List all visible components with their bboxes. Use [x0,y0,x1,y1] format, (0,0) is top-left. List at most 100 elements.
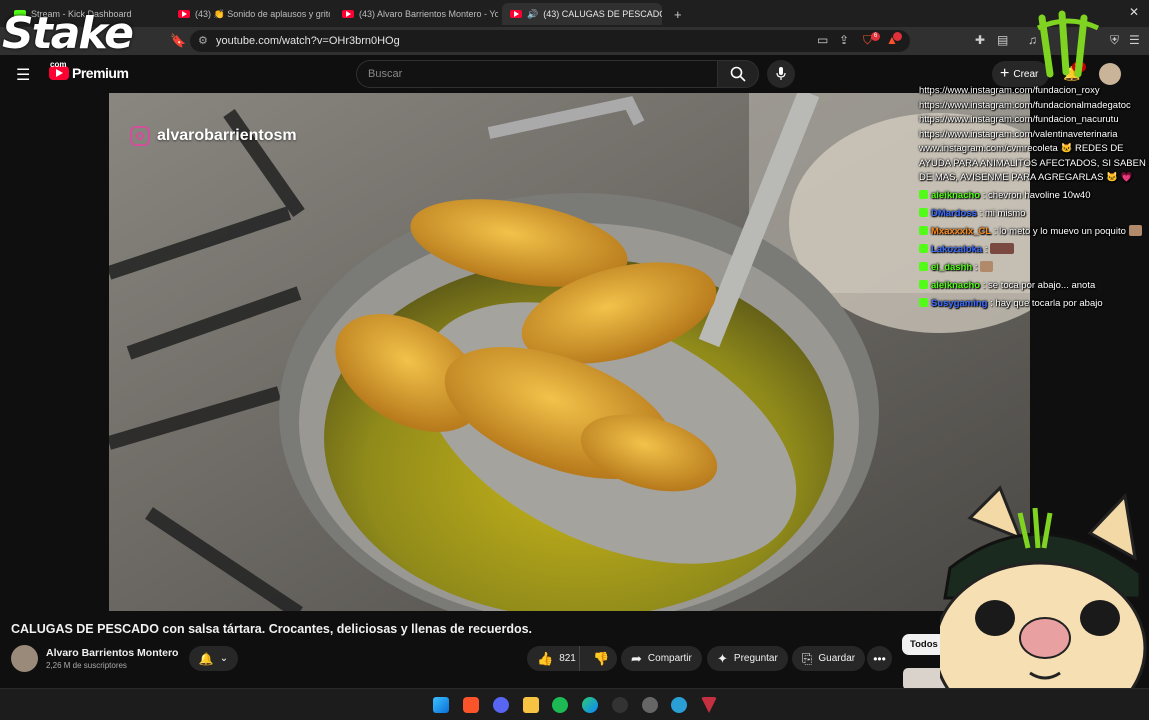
search-input[interactable]: Buscar [356,60,718,88]
chat-text: hay que tocarla por abajo [995,298,1103,309]
chat-username: Susygaming [931,298,988,309]
window-close-icon[interactable]: ✕ [1129,5,1139,19]
windows-start-icon[interactable] [433,697,449,713]
spotify-icon[interactable] [552,697,568,713]
tab-title: (43) CALUGAS DE PESCADO c [543,9,662,19]
discord-icon[interactable] [493,697,509,713]
url-bar[interactable]: ⚙ youtube.com/watch?v=OHr3brn0HOg [190,30,910,52]
url-text: youtube.com/watch?v=OHr3brn0HOg [216,35,400,47]
bell-icon: 🔔 [198,651,214,666]
file-explorer-icon[interactable] [523,697,539,713]
like-button[interactable]: 👍 821 [527,646,580,671]
chat-message: el_dashh : [919,261,1149,276]
stake-logo-sub: com [50,60,67,69]
tab-title: (43) 👏 Sonido de aplausos y gritos d [195,8,330,19]
tab-aplausos[interactable]: (43) 👏 Sonido de aplausos y gritos d [170,3,330,25]
chat-text: chevron havoline 10w40 [988,190,1091,201]
windows-taskbar [0,688,1149,720]
kick-badge-icon [919,244,928,253]
chat-username: Mxaxxxix_CL [931,226,992,237]
kick-badge-icon [919,226,928,235]
dislike-button[interactable]: 👎 [586,646,617,671]
chat-message: Mxaxxxix_CL : lo meto y lo muevo un poqu… [919,225,1149,240]
browser-tab-bar: Stream - Kick Dashboard (43) 👏 Sonido de… [0,0,1149,27]
save-button[interactable]: ⎘ Guardar [792,646,866,671]
thumbs-up-icon: 👍 [537,650,554,666]
youtube-favicon-icon [510,10,522,18]
cat-mascot-icon [940,485,1147,720]
voice-search-button[interactable] [767,60,795,88]
ask-button[interactable]: ✦ Preguntar [707,646,788,671]
kick-badge-icon [919,262,928,271]
share-button[interactable]: ➦ Compartir [621,646,702,671]
tab-alvaro-channel[interactable]: (43) Alvaro Barrientos Montero - You [334,3,498,25]
kick-badge-icon [919,208,928,217]
site-settings-icon[interactable]: ⚙ [198,34,208,47]
chat-message: https://www.instagram.com/valentinaveter… [919,128,1149,143]
chat-message: https://www.instagram.com/fundacion_roxy [919,84,1149,99]
edge-icon[interactable] [582,697,598,713]
watermark-text: alvarobarrientosm [157,127,297,144]
stake-logo: Stake com [2,8,134,69]
subscribed-button[interactable]: 🔔 ⌄ [189,646,238,671]
video-player[interactable]: alvarobarrientosm [109,93,1030,611]
chat-message: www.instagram.com/cvmrecoleta 🐱 REDES DE… [919,142,1149,186]
extensions-icon[interactable]: ✚ [975,33,985,47]
chat-emote-icon [980,261,994,272]
hamburger-menu-icon[interactable]: ☰ [16,65,30,85]
share-label: Compartir [647,653,692,664]
chat-text: https://www.instagram.com/fundacion_nacu… [919,114,1119,125]
chat-username: Lakozaloka [931,244,983,255]
search-icon [730,66,746,82]
new-tab-button[interactable]: + [666,3,688,25]
subscriber-count: 2,26 M de suscriptores [46,661,127,670]
stream-chat-overlay: https://www.instagram.com/fundacion_roxy… [919,84,1149,315]
bookmark-save-icon: ⎘ [802,650,813,666]
ask-label: Preguntar [733,653,778,664]
channel-name[interactable]: Alvaro Barrientos Montero [46,647,178,659]
search-button[interactable] [717,60,759,88]
chat-username: aleiknacho [931,280,981,291]
chat-message: Lakozaloka : [919,243,1149,258]
youtube-favicon-icon [178,10,190,18]
chat-username: aleiknacho [931,190,981,201]
rewards-badge [893,32,902,41]
audio-playing-icon: 🔊 [527,8,539,19]
chat-username: el_dashh [931,262,973,273]
chat-text: se toca por abajo... anota [988,280,1096,291]
like-count: 821 [559,653,576,664]
sidebar-icon[interactable]: ▤ [997,33,1008,47]
kick-badge-icon [919,298,928,307]
chat-message: aleiknacho : se toca por abajo... anota [919,279,1149,294]
obs-icon[interactable] [612,697,628,713]
chat-text: www.instagram.com/cvmrecoleta 🐱 REDES DE… [919,143,1146,183]
chevron-down-icon: ⌄ [219,653,229,664]
tab-calugas-active[interactable]: 🔊 (43) CALUGAS DE PESCADO c ✕ [502,3,662,25]
bookmark-icon[interactable]: 🔖 [170,33,186,49]
channel-avatar[interactable] [11,645,38,672]
instagram-icon [130,126,150,146]
more-actions-button[interactable]: ••• [867,646,892,671]
app-icon[interactable] [642,697,658,713]
video-title: CALUGAS DE PESCADO con salsa tártara. Cr… [11,622,533,636]
chat-message: aleiknacho : chevron havoline 10w40 [919,189,1149,204]
chat-message: https://www.instagram.com/fundacionalmad… [919,99,1149,114]
app-icon-red[interactable] [701,697,717,713]
cast-icon[interactable]: ▭ [817,33,828,47]
stake-logo-text: Stake [2,8,134,59]
brave-shields-count: 6 [871,32,880,41]
share-arrow-icon: ➦ [631,650,642,666]
logo-text: Premium [72,65,129,81]
share-icon[interactable]: ⇪ [839,33,849,47]
chat-message: DMardoss : mi mismo [919,207,1149,222]
brave-browser-icon[interactable] [463,697,479,713]
kick-badge-icon [919,190,928,199]
tab-title: (43) Alvaro Barrientos Montero - You [359,9,498,19]
vpn-icon[interactable]: ⛨ [1110,33,1119,48]
microphone-icon [776,67,786,80]
chat-text: lo meto y lo muevo un poquito [999,226,1126,237]
chat-text: https://www.instagram.com/valentinaveter… [919,128,1118,140]
chat-emote-icon [1128,225,1142,236]
menu-icon[interactable]: ☰ [1129,33,1140,47]
app-icon-blue[interactable] [671,697,687,713]
